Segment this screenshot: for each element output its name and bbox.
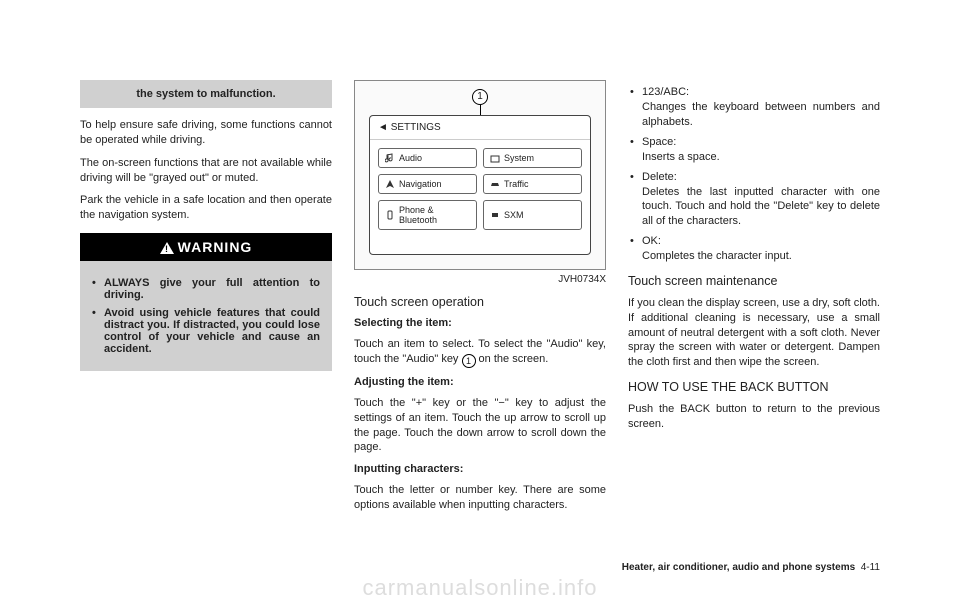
- list-item: 123/ABC: Changes the keyboard between num…: [628, 86, 880, 130]
- page-footer: Heater, air conditioner, audio and phone…: [622, 562, 880, 573]
- item-desc: Inserts a space.: [642, 150, 880, 165]
- subsection-heading: Touch screen operation: [354, 295, 606, 309]
- body-text: Push the BACK button to return to the pr…: [628, 402, 880, 432]
- paragraph-heading: Selecting the item:: [354, 317, 606, 329]
- screen-button-label: Audio: [399, 153, 422, 163]
- settings-figure: 1 SETTINGS Audio System Navigation Traff…: [354, 80, 606, 270]
- note-icon: [385, 153, 395, 163]
- footer-page: 4-11: [861, 562, 880, 573]
- warning-heading: ! WARNING: [80, 233, 332, 261]
- screen-button-label: Phone & Bluetooth: [399, 205, 470, 225]
- footer-section: Heater, air conditioner, audio and phone…: [622, 562, 855, 573]
- screen-button-navigation: Navigation: [378, 174, 477, 194]
- item-label: OK:: [642, 235, 880, 247]
- list-item: Space: Inserts a space.: [628, 136, 880, 165]
- screen-mock: SETTINGS Audio System Navigation Traffic…: [369, 115, 591, 255]
- body-text: Touch an item to select. To select the "…: [354, 337, 606, 368]
- body-text: To help ensure safe driving, some functi…: [80, 118, 332, 148]
- options-list: 123/ABC: Changes the keyboard between num…: [628, 86, 880, 264]
- body-text: The on-screen functions that are not ava…: [80, 156, 332, 186]
- figure-caption: JVH0734X: [354, 274, 606, 285]
- screen-button-traffic: Traffic: [483, 174, 582, 194]
- arrow-icon: [385, 179, 395, 189]
- screen-button-label: SXM: [504, 210, 524, 220]
- column-right: 123/ABC: Changes the keyboard between num…: [628, 80, 880, 521]
- list-item: Delete: Deletes the last inputted charact…: [628, 171, 880, 230]
- item-label: Space:: [642, 136, 880, 148]
- screen-button-phone: Phone & Bluetooth: [378, 200, 477, 230]
- item-desc: Changes the keyboard between numbers and…: [642, 100, 880, 130]
- page: the system to malfunction. To help ensur…: [0, 0, 960, 551]
- paragraph-heading: Inputting characters:: [354, 463, 606, 475]
- warning-body: ALWAYS give your full attention to drivi…: [80, 261, 332, 371]
- phone-icon: [385, 210, 395, 220]
- screen-button-label: System: [504, 153, 534, 163]
- item-desc: Completes the character input.: [642, 249, 880, 264]
- item-desc: Deletes the last inputted character with…: [642, 185, 880, 230]
- column-left: the system to malfunction. To help ensur…: [80, 80, 332, 521]
- callout-marker: 1: [472, 89, 488, 105]
- warning-item: ALWAYS give your full attention to drivi…: [92, 277, 320, 301]
- screen-button-audio: Audio: [378, 148, 477, 168]
- car-icon: [490, 179, 500, 189]
- body-text: Touch the "+" key or the "−" key to adju…: [354, 396, 606, 455]
- item-label: 123/ABC:: [642, 86, 880, 98]
- watermark: carmanualsonline.info: [0, 575, 960, 601]
- screen-title: SETTINGS: [370, 116, 590, 140]
- screen-button-label: Traffic: [504, 179, 529, 189]
- warning-item: Avoid using vehicle features that could …: [92, 307, 320, 355]
- body-text: Touch the letter or number key. There ar…: [354, 483, 606, 513]
- caution-continuation: the system to malfunction.: [80, 80, 332, 108]
- body-text: Park the vehicle in a safe location and …: [80, 193, 332, 223]
- list-item: OK: Completes the character input.: [628, 235, 880, 264]
- text-span: on the screen.: [476, 353, 549, 365]
- screen-button-sxm: SXM: [483, 200, 582, 230]
- section-heading: HOW TO USE THE BACK BUTTON: [628, 380, 880, 394]
- warning-label: WARNING: [178, 239, 253, 255]
- screen-grid: Audio System Navigation Traffic Phone & …: [370, 140, 590, 238]
- item-label: Delete:: [642, 171, 880, 183]
- subsection-heading: Touch screen maintenance: [628, 274, 880, 288]
- inline-callout-marker: 1: [462, 354, 476, 368]
- folder-icon: [490, 153, 500, 163]
- sxm-icon: [490, 210, 500, 220]
- warning-icon: !: [160, 242, 174, 254]
- svg-text:!: !: [165, 244, 169, 254]
- body-text: If you clean the display screen, use a d…: [628, 296, 880, 370]
- screen-button-label: Navigation: [399, 179, 442, 189]
- column-middle: 1 SETTINGS Audio System Navigation Traff…: [354, 80, 606, 521]
- paragraph-heading: Adjusting the item:: [354, 376, 606, 388]
- screen-button-system: System: [483, 148, 582, 168]
